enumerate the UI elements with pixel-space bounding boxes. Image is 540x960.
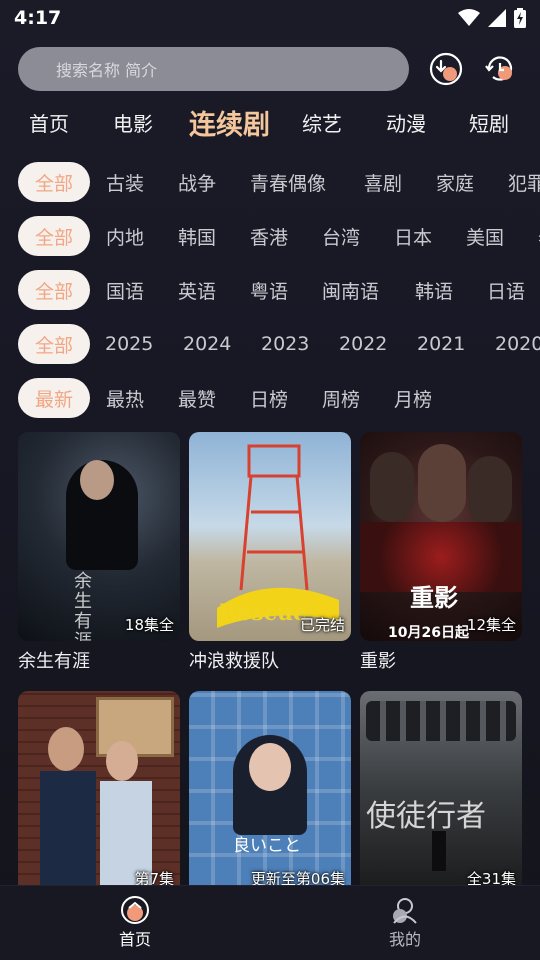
download-icon	[429, 52, 463, 86]
chip-sort[interactable]: 最赞	[178, 378, 216, 418]
filter-row-year: 全部 2025 2024 2023 2022 2021 2020	[0, 324, 540, 364]
chip-region-all[interactable]: 全部	[18, 216, 90, 256]
wifi-icon	[458, 9, 480, 26]
drama-card[interactable]: 重影 10月26日起 12集全 重影	[360, 432, 522, 673]
chip-year[interactable]: 2022	[339, 324, 387, 364]
poster-image: 使徒行者 全31集	[360, 691, 522, 885]
chip-genre[interactable]: 古装	[106, 162, 144, 202]
chip-year[interactable]: 2025	[105, 324, 153, 364]
tab-anime[interactable]: 动漫	[386, 100, 426, 144]
bottom-nav-mine[interactable]: 我的	[365, 896, 445, 950]
filter-row-region: 全部 内地 韩国 香港 台湾 日本 美国 泰国	[0, 216, 540, 256]
poster-image: 第7集	[18, 691, 180, 885]
chip-language[interactable]: 英语	[178, 270, 216, 310]
drama-card[interactable]: 余生有涯 18集全 余生有涯	[18, 432, 180, 673]
poster-image: 余生有涯 18集全	[18, 432, 180, 641]
filter-row-genre: 全部 古装 战争 青春偶像 喜剧 家庭 犯罪	[0, 162, 540, 202]
chip-sort[interactable]: 日榜	[250, 378, 288, 418]
chip-sort[interactable]: 月榜	[394, 378, 432, 418]
chip-language[interactable]: 粤语	[250, 270, 288, 310]
chip-region[interactable]: 台湾	[322, 216, 360, 256]
search-placeholder: 搜索名称 简介	[56, 61, 158, 80]
home-icon	[121, 896, 149, 924]
profile-icon	[393, 898, 417, 924]
chip-genre[interactable]: 犯罪	[508, 162, 540, 202]
chip-language[interactable]: 日语	[487, 270, 525, 310]
chip-region[interactable]: 香港	[250, 216, 288, 256]
chip-language[interactable]: 韩语	[415, 270, 453, 310]
poster-image: 良いこと 更新至第06集	[189, 691, 351, 885]
chip-language-all[interactable]: 全部	[18, 270, 90, 310]
chip-year[interactable]: 2021	[417, 324, 465, 364]
status-time: 4:17	[14, 7, 62, 29]
filter-row-sort: 最新 最热 最赞 日榜 周榜 月榜	[0, 378, 540, 418]
bottom-nav-mine-label: 我的	[388, 930, 421, 949]
poster-title-text: 余生有涯	[74, 571, 92, 642]
history-button[interactable]	[483, 52, 517, 86]
poster-title-text: 重影	[410, 583, 458, 612]
chip-sort[interactable]: 周榜	[322, 378, 360, 418]
chip-genre-all[interactable]: 全部	[18, 162, 90, 202]
card-title: 冲浪救援队	[189, 651, 279, 672]
episode-badge: 12集全	[466, 616, 516, 634]
chip-year[interactable]: 2020	[495, 324, 540, 364]
chip-genre[interactable]: 喜剧	[364, 162, 402, 202]
poster-title-text: 良いこと	[233, 836, 301, 856]
chip-genre[interactable]: 青春偶像	[250, 162, 326, 202]
status-icons	[458, 8, 526, 28]
episode-badge: 18集全	[124, 616, 174, 634]
episode-badge: 第7集	[134, 870, 174, 885]
bottom-nav-home[interactable]: 首页	[95, 896, 175, 950]
poster-title-text: 使徒行者	[366, 799, 486, 834]
chip-sort-latest[interactable]: 最新	[18, 378, 90, 418]
drama-card[interactable]: 第7集	[18, 691, 180, 885]
chip-region[interactable]: 美国	[466, 216, 504, 256]
tab-home[interactable]: 首页	[29, 100, 69, 144]
card-title: 余生有涯	[18, 651, 90, 672]
chip-year[interactable]: 2024	[183, 324, 231, 364]
search-input[interactable]: 搜索名称 简介	[18, 47, 409, 91]
download-button[interactable]	[429, 52, 463, 86]
signal-icon	[488, 9, 506, 27]
category-tabs: 首页 电影 连续剧 综艺 动漫 短剧	[0, 100, 540, 144]
episode-badge: 全31集	[466, 870, 516, 885]
poster-image: 重影 10月26日起 12集全	[360, 432, 522, 641]
drama-card[interactable]: 良いこと 更新至第06集	[189, 691, 351, 885]
poster-image: Rescue 已完结	[189, 432, 351, 641]
status-bar: 4:17	[0, 0, 540, 36]
chip-year-all[interactable]: 全部	[18, 324, 90, 364]
history-icon	[485, 56, 513, 81]
filter-row-language: 全部 国语 英语 粤语 闽南语 韩语 日语	[0, 270, 540, 310]
chip-region[interactable]: 日本	[394, 216, 432, 256]
chip-language[interactable]: 国语	[106, 270, 144, 310]
tab-variety[interactable]: 综艺	[302, 100, 342, 144]
tab-movie[interactable]: 电影	[113, 100, 153, 144]
tab-short-drama[interactable]: 短剧	[469, 100, 509, 144]
tab-series[interactable]: 连续剧	[189, 100, 270, 144]
episode-badge: 更新至第06集	[250, 870, 345, 885]
poster-title-text: Rescue	[219, 600, 308, 626]
battery-charging-icon	[514, 8, 526, 28]
episode-badge: 已完结	[299, 616, 345, 634]
chip-genre[interactable]: 战争	[178, 162, 216, 202]
drama-card[interactable]: Rescue 已完结 冲浪救援队	[189, 432, 351, 673]
card-title: 重影	[360, 651, 396, 672]
chip-sort[interactable]: 最热	[106, 378, 144, 418]
drama-card[interactable]: 使徒行者 全31集	[360, 691, 522, 885]
chip-year[interactable]: 2023	[261, 324, 309, 364]
poster-date-text: 10月26日起	[388, 625, 469, 641]
bottom-nav-home-label: 首页	[118, 930, 151, 949]
chip-language[interactable]: 闽南语	[322, 270, 379, 310]
chip-genre[interactable]: 家庭	[436, 162, 474, 202]
bottom-navigation: 首页 我的	[0, 885, 540, 960]
chip-region[interactable]: 内地	[106, 216, 144, 256]
chip-region[interactable]: 韩国	[178, 216, 216, 256]
